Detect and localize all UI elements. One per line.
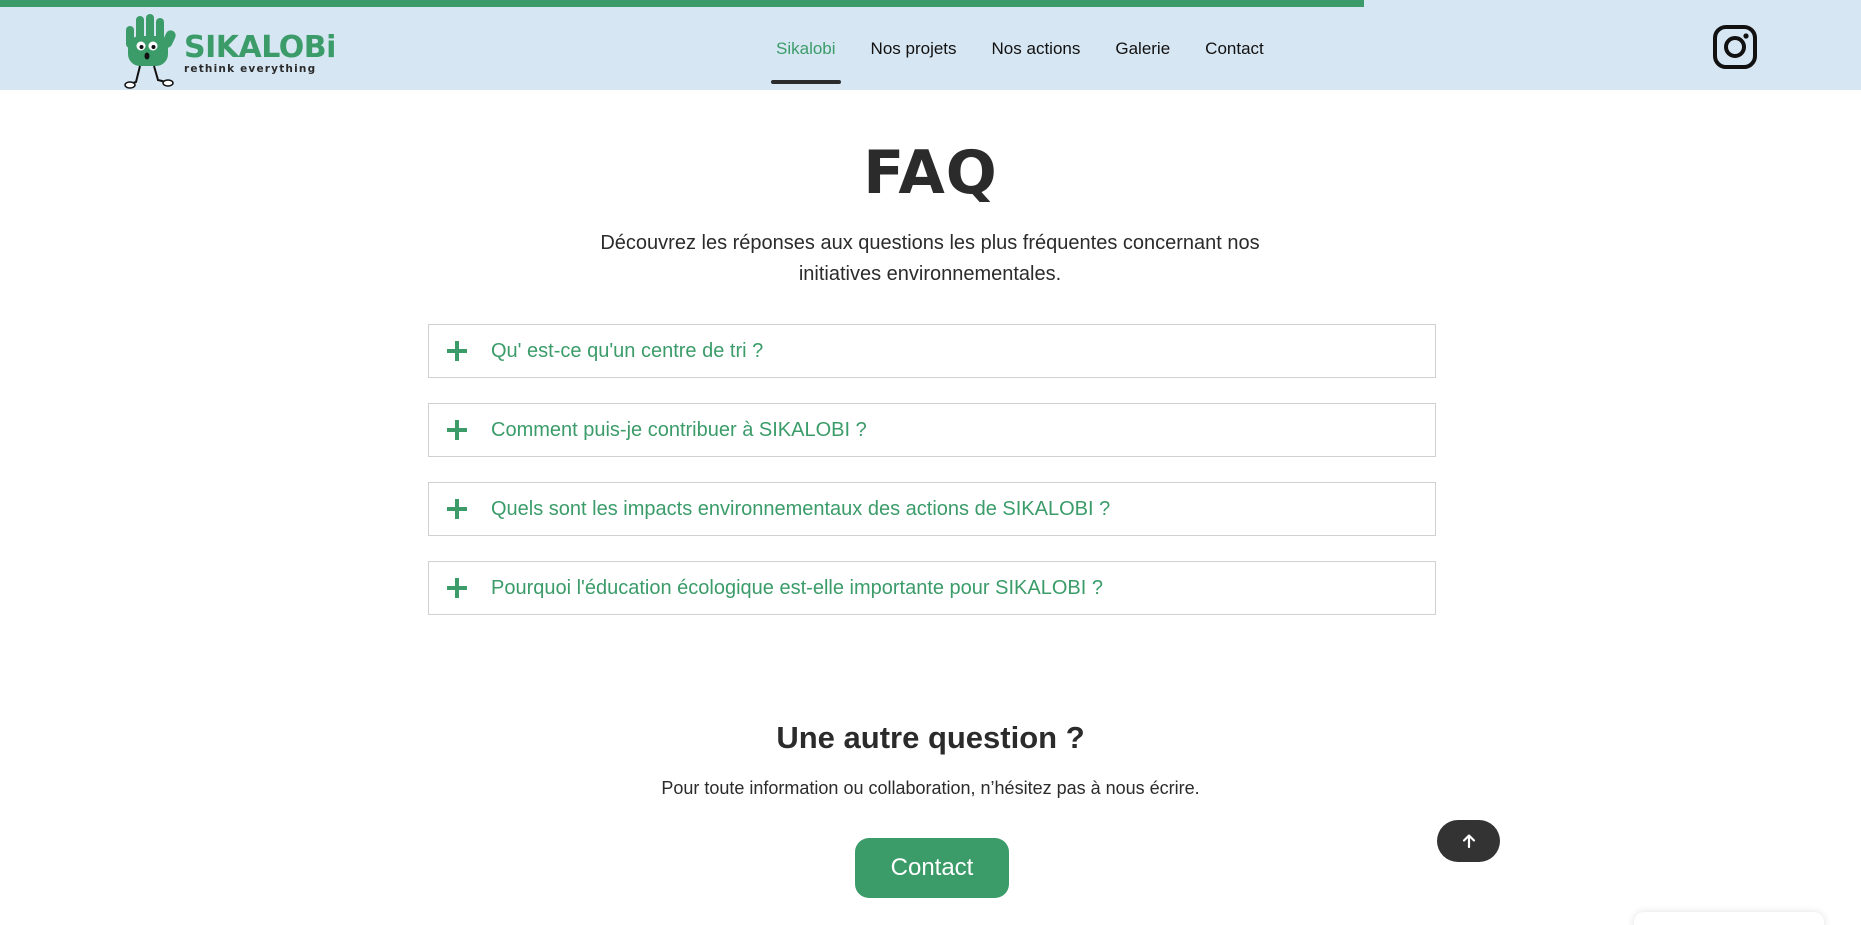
instagram-icon[interactable] [1712,24,1758,70]
main-nav: Sikalobi Nos projets Nos actions Galerie… [771,7,1294,90]
nav-item-nos-actions[interactable]: Nos actions [987,7,1086,90]
faq-item[interactable]: Quels sont les impacts environnementaux … [428,482,1436,536]
faq-item[interactable]: Comment puis-je contribuer à SIKALOBI ? [428,403,1436,457]
logo-name: SIKALOBi [184,30,336,65]
nav-item-galerie[interactable]: Galerie [1110,7,1175,90]
logo-tagline: rethink everything [184,63,317,75]
other-question-title: Une autre question ? [776,720,1085,755]
faq-item[interactable]: Pourquoi l'éducation écologique est-elle… [428,561,1436,615]
site-header: SIKALOBi rethink everything Sikalobi Nos… [0,7,1861,90]
faq-list: Qu' est-ce qu'un centre de tri ? Comment… [428,324,1436,640]
nav-item-label: Sikalobi [776,38,836,58]
plus-icon [429,483,485,535]
nav-item-contact[interactable]: Contact [1200,7,1269,90]
other-question-text: Pour toute information ou collaboration,… [661,778,1200,798]
page-subtitle: Découvrez les réponses aux questions les… [600,232,1260,285]
contact-button[interactable]: Contact [855,838,1009,898]
green-glove-mascot-icon [124,14,176,89]
floating-widget[interactable] [1634,912,1824,925]
scroll-to-top-button[interactable] [1437,820,1500,862]
nav-item-sikalobi[interactable]: Sikalobi [771,7,841,90]
faq-item[interactable]: Qu' est-ce qu'un centre de tri ? [428,324,1436,378]
plus-icon [429,325,485,377]
faq-question: Qu' est-ce qu'un centre de tri ? [491,339,764,362]
logo-text: SIKALOBi rethink everything [184,30,336,76]
scroll-progress-track [0,0,1861,7]
plus-icon [429,404,485,456]
faq-question: Comment puis-je contribuer à SIKALOBI ? [491,418,867,441]
nav-item-nos-projets[interactable]: Nos projets [866,7,962,90]
faq-question: Quels sont les impacts environnementaux … [491,497,1111,520]
page-title: FAQ [863,138,998,208]
arrow-up-icon [1462,834,1475,849]
nav-active-indicator [771,80,841,84]
plus-icon [429,562,485,614]
nav-item-label: Contact [1205,38,1264,58]
nav-item-label: Galerie [1115,38,1171,58]
nav-item-label: Nos actions [991,38,1081,58]
scroll-progress-bar [0,0,1365,7]
nav-item-label: Nos projets [870,38,957,58]
site-logo[interactable]: SIKALOBi rethink everything [122,11,336,91]
faq-question: Pourquoi l'éducation écologique est-elle… [491,576,1103,599]
